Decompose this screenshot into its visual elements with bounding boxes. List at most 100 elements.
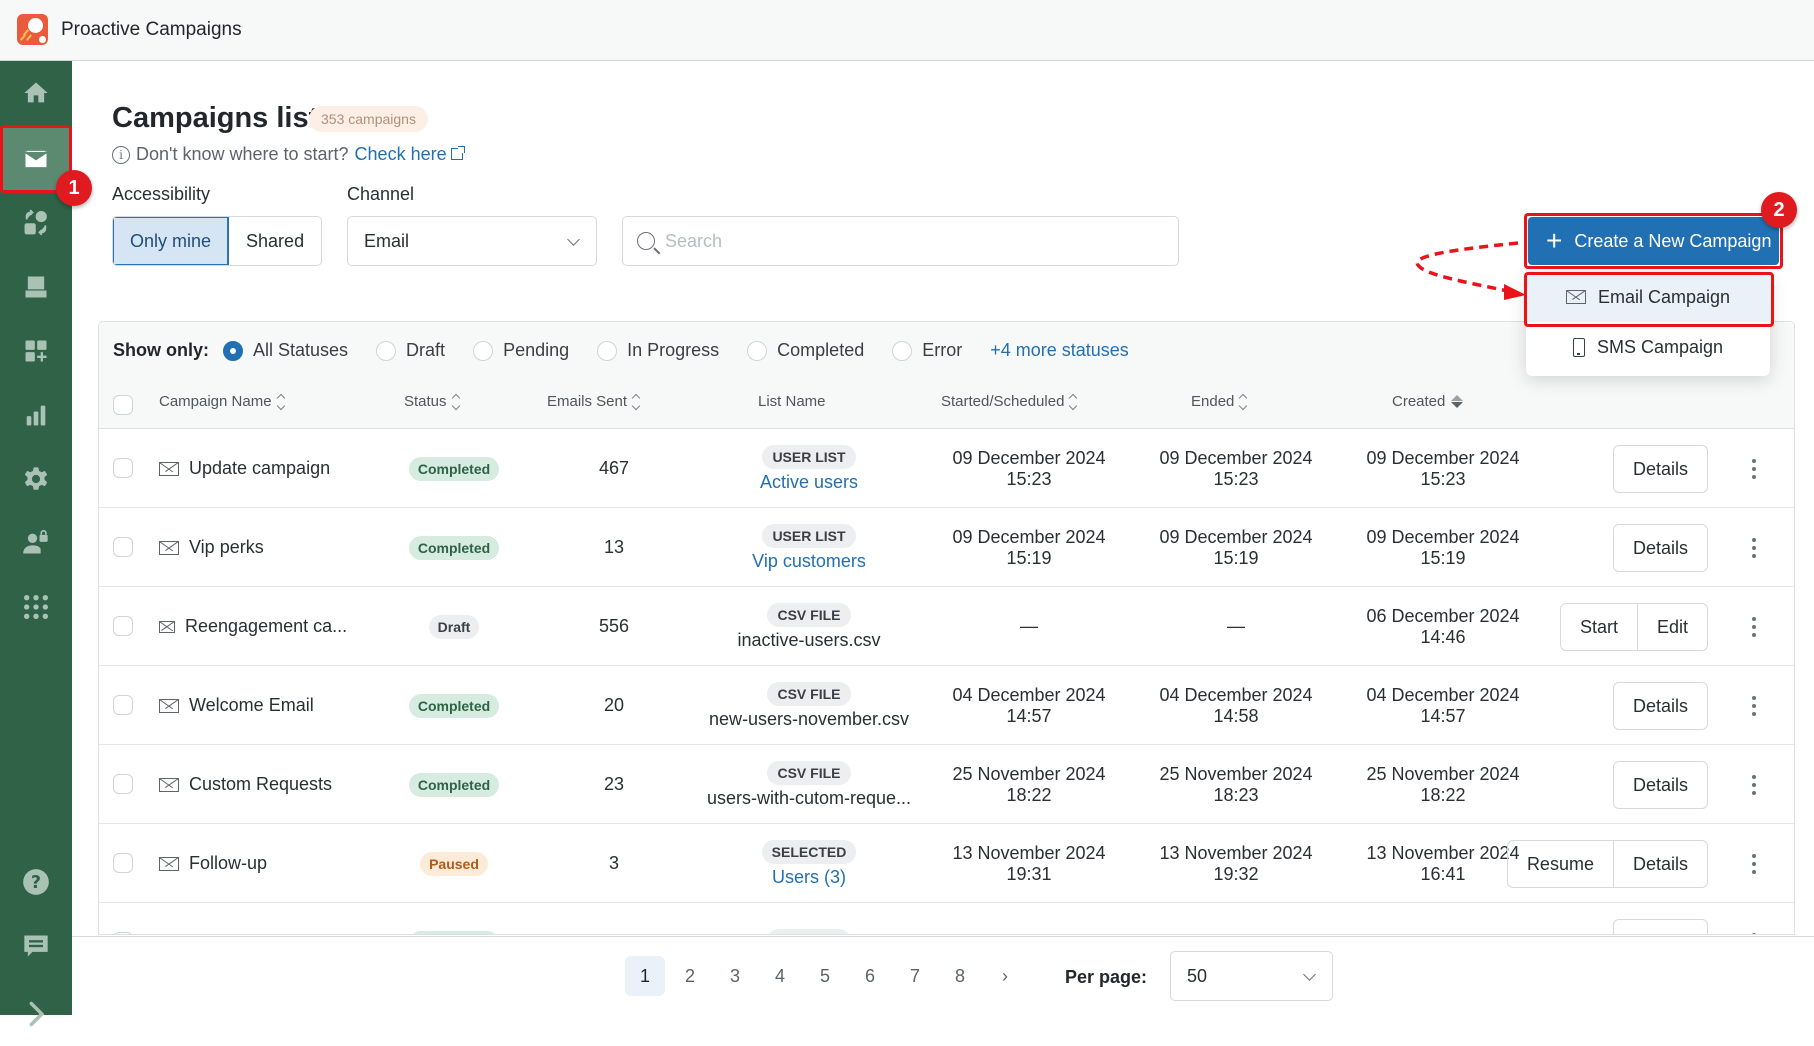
sidebar-item-more-apps[interactable]: [0, 575, 72, 639]
edit-button[interactable]: Edit: [1636, 604, 1707, 650]
page-5-button[interactable]: 5: [805, 956, 845, 996]
per-page-select[interactable]: 50: [1170, 951, 1333, 1001]
status-badge: Completed: [408, 693, 500, 718]
more-options-icon[interactable]: [1752, 775, 1756, 795]
page-1-button[interactable]: 1: [625, 956, 665, 996]
more-options-icon[interactable]: [1752, 459, 1756, 479]
list-name[interactable]: Vip customers: [752, 551, 866, 572]
bar-chart-icon: [26, 405, 46, 426]
menu-item-sms-campaign[interactable]: SMS Campaign: [1526, 322, 1770, 372]
status-radio-in-progress[interactable]: In Progress: [597, 340, 719, 361]
list-name: inactive-users.csv: [737, 629, 881, 650]
status-cell: Completed: [369, 508, 539, 587]
search-field[interactable]: [622, 216, 1179, 266]
list-name: users-with-cutom-reque...: [706, 787, 912, 808]
campaign-name-cell[interactable]: Update campaign: [159, 429, 330, 508]
details-button[interactable]: Details: [1614, 525, 1707, 571]
campaign-name-cell[interactable]: Reengagement ca...: [159, 587, 347, 666]
column-status[interactable]: Status: [404, 393, 460, 410]
accessibility-label: Accessibility: [112, 184, 211, 204]
campaign-name-cell[interactable]: Custom Requests: [159, 745, 332, 824]
accessibility-only-mine[interactable]: Only mine: [113, 217, 230, 265]
check-here-link[interactable]: Check here: [355, 144, 465, 165]
row-checkbox[interactable]: [113, 616, 133, 636]
sidebar-item-settings[interactable]: [0, 447, 72, 511]
annotation-arrow: [1415, 241, 1526, 300]
sidebar-expand-button[interactable]: [0, 982, 72, 1046]
status-radio-error[interactable]: Error: [892, 340, 962, 361]
campaign-name-cell[interactable]: Follow-up: [159, 824, 267, 903]
more-options-icon[interactable]: [1752, 933, 1756, 934]
ended-date-cell: 13 November 2024 19:32: [1159, 842, 1313, 884]
sidebar-item-inbox[interactable]: [0, 255, 72, 319]
row-checkbox[interactable]: [113, 932, 133, 934]
campaign-name-cell[interactable]: Welcome Email: [159, 666, 314, 745]
sidebar-item-apps[interactable]: [0, 319, 72, 383]
page-3-button[interactable]: 3: [715, 956, 755, 996]
more-options-icon[interactable]: [1752, 696, 1756, 716]
question-icon: ?: [23, 869, 49, 895]
accessibility-shared[interactable]: Shared: [229, 217, 321, 265]
sidebar-item-chat[interactable]: [0, 914, 72, 978]
row-actions: Details: [1612, 445, 1708, 493]
column-campaign-name[interactable]: Campaign Name: [159, 393, 285, 410]
row-actions: Details: [1612, 524, 1708, 572]
status-badge: Completed: [408, 930, 500, 934]
page-2-button[interactable]: 2: [670, 956, 710, 996]
started-date-cell: 09 December 2024 15:19: [952, 526, 1106, 568]
table-row: CompletedCSV FILE07 November 202407 Nove…: [99, 903, 1794, 934]
sidebar-item-home[interactable]: [0, 61, 72, 125]
column-emails-sent[interactable]: Emails Sent: [547, 393, 641, 410]
channel-value: Email: [364, 230, 410, 251]
row-checkbox[interactable]: [113, 458, 133, 478]
column-ended[interactable]: Ended: [1191, 393, 1248, 410]
shapes-cycle-icon: [24, 209, 47, 236]
details-button[interactable]: Details: [1614, 920, 1707, 934]
details-button[interactable]: Details: [1612, 841, 1707, 887]
row-checkbox[interactable]: [113, 853, 133, 873]
status-radio-pending[interactable]: Pending: [473, 340, 569, 361]
menu-item-email-campaign[interactable]: Email Campaign: [1526, 272, 1770, 322]
per-page-label: Per page:: [1065, 967, 1148, 987]
start-button[interactable]: Start: [1561, 604, 1637, 650]
details-button[interactable]: Details: [1614, 762, 1707, 808]
campaign-name-cell[interactable]: Vip perks: [159, 508, 264, 587]
sidebar-item-help[interactable]: ?: [0, 850, 72, 914]
row-checkbox[interactable]: [113, 774, 133, 794]
sidebar-item-reports[interactable]: [0, 383, 72, 447]
page-6-button[interactable]: 6: [850, 956, 890, 996]
page-4-button[interactable]: 4: [760, 956, 800, 996]
next-page-button[interactable]: ›: [985, 956, 1025, 996]
status-cell: Paused: [369, 824, 539, 903]
created-date-cell: 25 November 2024 18:22: [1366, 763, 1520, 805]
list-name[interactable]: Users (3): [772, 867, 846, 888]
channel-select[interactable]: Email: [347, 216, 597, 266]
select-all-checkbox[interactable]: [113, 395, 133, 415]
status-radio-completed[interactable]: Completed: [747, 340, 864, 361]
row-checkbox[interactable]: [113, 695, 133, 715]
page-7-button[interactable]: 7: [895, 956, 935, 996]
column-created[interactable]: Created: [1392, 393, 1464, 410]
sort-icon: [631, 393, 641, 410]
row-checkbox[interactable]: [113, 537, 133, 557]
sidebar-item-users-access[interactable]: [0, 511, 72, 575]
status-radio-draft[interactable]: Draft: [376, 340, 445, 361]
more-options-icon[interactable]: [1752, 854, 1756, 874]
campaign-name-cell[interactable]: [159, 903, 189, 934]
create-new-campaign-button[interactable]: + Create a New Campaign: [1528, 217, 1779, 265]
list-cell: CSV FILE new-users-november.csv: [679, 666, 939, 745]
gear-icon: [24, 467, 48, 490]
more-options-icon[interactable]: [1752, 538, 1756, 558]
column-started[interactable]: Started/Scheduled: [941, 393, 1078, 410]
more-statuses-link[interactable]: +4 more statuses: [990, 340, 1129, 361]
list-name[interactable]: Active users: [760, 472, 858, 493]
search-input[interactable]: [665, 230, 1145, 252]
top-bar: Proactive Campaigns: [0, 0, 1814, 61]
page-8-button[interactable]: 8: [940, 956, 980, 996]
status-radio-all[interactable]: All Statuses: [223, 340, 348, 361]
details-button[interactable]: Details: [1614, 446, 1707, 492]
more-options-icon[interactable]: [1752, 617, 1756, 637]
campaigns-table: Show only: All Statuses Draft Pending In…: [98, 321, 1795, 935]
resume-button[interactable]: Resume: [1508, 841, 1613, 887]
details-button[interactable]: Details: [1614, 683, 1707, 729]
